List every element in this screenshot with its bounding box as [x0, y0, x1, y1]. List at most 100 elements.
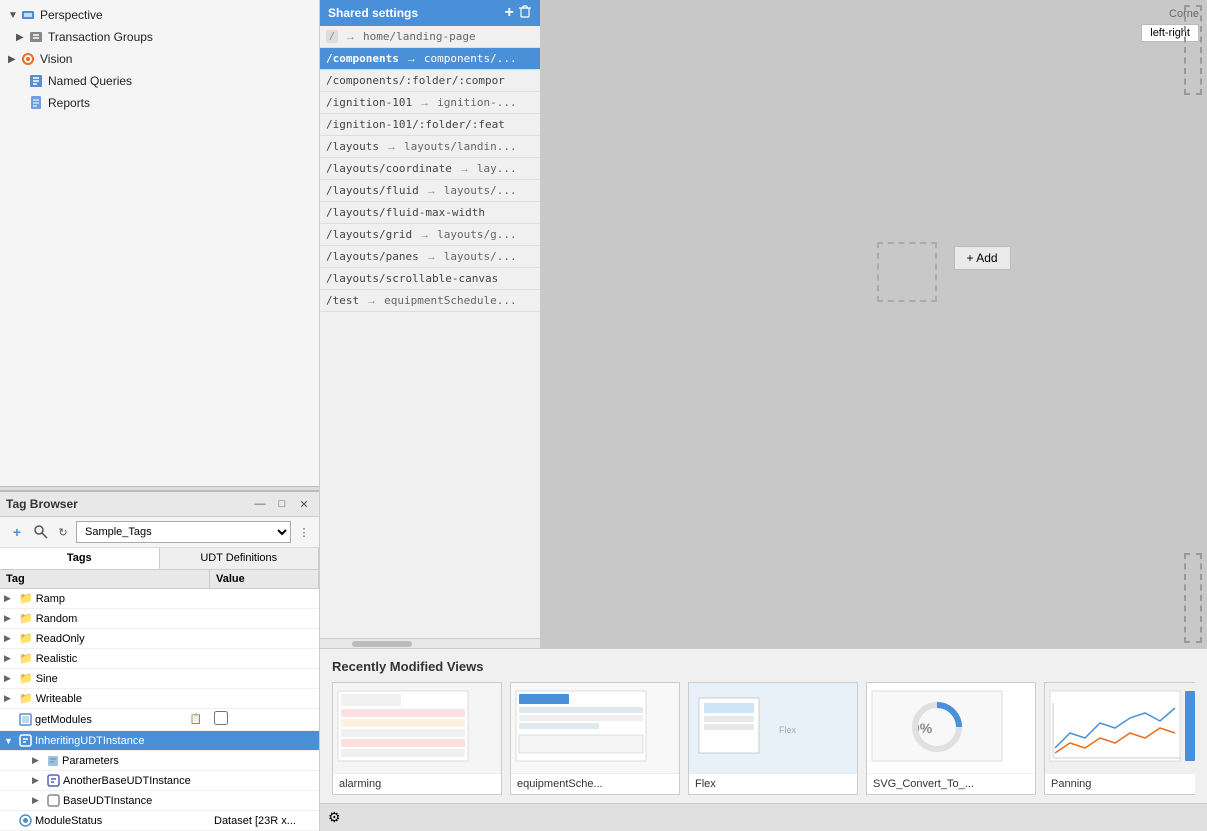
- sidebar-item-label-nq: Named Queries: [48, 74, 132, 88]
- tag-tab-tags[interactable]: Tags: [0, 548, 160, 569]
- view-thumb-flex: Flex: [689, 683, 857, 773]
- ss-target-layouts-grid: layouts/g...: [437, 228, 516, 241]
- shared-settings-title: Shared settings: [328, 6, 418, 20]
- left-panel: ▼ Perspective ▶ Transaction Groups: [0, 0, 320, 831]
- ss-arrow-layouts: →: [386, 141, 397, 153]
- ss-item-layouts-fluid[interactable]: /layouts/fluid → layouts/...: [320, 180, 540, 202]
- tag-browser-close-btn[interactable]: ✕: [295, 495, 313, 513]
- ss-scrollbar[interactable]: [320, 638, 540, 648]
- shared-settings-delete-btn[interactable]: [518, 4, 532, 22]
- tag-table: Tag Value ▶ 📁 Ramp: [0, 570, 319, 831]
- sine-expand[interactable]: ▶: [4, 673, 16, 684]
- ss-item-components-folder[interactable]: /components/:folder/:compor: [320, 70, 540, 92]
- search-icon: [34, 525, 48, 539]
- tag-row-readonly[interactable]: ▶ 📁 ReadOnly: [0, 629, 319, 649]
- svg-thumbnail: 0%: [867, 683, 1035, 773]
- another-base-icon: [47, 774, 60, 787]
- ss-item-components[interactable]: /components → components/...: [320, 48, 540, 70]
- tag-refresh-btn[interactable]: ↻: [54, 523, 72, 541]
- sidebar-item-named-queries[interactable]: Named Queries: [0, 70, 319, 92]
- ss-target-components: components/...: [424, 52, 517, 65]
- sidebar-item-vision[interactable]: ▶ Vision: [0, 48, 319, 70]
- realistic-label: Realistic: [36, 653, 78, 665]
- tg-icon: [28, 29, 44, 45]
- ss-item-root[interactable]: / → home/landing-page: [320, 26, 540, 48]
- ramp-expand[interactable]: ▶: [4, 593, 16, 604]
- inheriting-expand[interactable]: ▼: [4, 736, 16, 746]
- tag-row-inheriting-udt[interactable]: ▼ InheritingUDTInstance: [0, 731, 319, 751]
- base-udt-value: [210, 799, 319, 803]
- ss-path-layouts-fluid-max: /layouts/fluid-max-width: [326, 206, 485, 219]
- perspective-icon: [20, 7, 36, 23]
- getmodules-checkbox[interactable]: [214, 711, 228, 725]
- tag-row-module-status[interactable]: ▶ ModuleStatus Dataset [23R x...: [0, 811, 319, 831]
- ss-item-layouts-grid[interactable]: /layouts/grid → layouts/g...: [320, 224, 540, 246]
- writeable-expand[interactable]: ▶: [4, 693, 16, 704]
- ss-path-components: /components: [326, 52, 399, 65]
- tag-row-getmodules[interactable]: ▶ getModules 📋: [0, 709, 319, 731]
- view-card-panning[interactable]: Panning: [1044, 682, 1195, 795]
- tag-tab-udt[interactable]: UDT Definitions: [160, 548, 320, 569]
- tag-row-another-base[interactable]: ▶ AnotherBaseUDTInstance: [0, 771, 319, 791]
- shared-settings-list: / → home/landing-page /components → comp…: [320, 26, 540, 312]
- another-base-expand[interactable]: ▶: [32, 775, 44, 786]
- ss-slash-root: /: [326, 30, 338, 43]
- view-card-alarming[interactable]: alarming: [332, 682, 502, 795]
- canvas-add-btn[interactable]: + Add: [954, 246, 1011, 270]
- ramp-label: Ramp: [36, 593, 65, 605]
- tag-search-btn[interactable]: [32, 523, 50, 541]
- ss-item-ignition-101[interactable]: /ignition-101 → ignition-...: [320, 92, 540, 114]
- another-base-value: [210, 779, 319, 783]
- view-card-flex[interactable]: Flex Flex: [688, 682, 858, 795]
- tag-row-ramp[interactable]: ▶ 📁 Ramp: [0, 589, 319, 609]
- ss-path-test: /test: [326, 294, 359, 307]
- sidebar-item-perspective[interactable]: ▼ Perspective: [0, 4, 319, 26]
- ramp-value: [210, 597, 319, 601]
- ss-item-ignition-folder[interactable]: /ignition-101/:folder/:feat: [320, 114, 540, 136]
- sine-folder-icon: 📁: [19, 672, 33, 685]
- ss-path-layouts: /layouts: [326, 140, 379, 153]
- ss-item-layouts-fluid-max[interactable]: /layouts/fluid-max-width: [320, 202, 540, 224]
- tag-row-writeable[interactable]: ▶ 📁 Writeable: [0, 689, 319, 709]
- ss-arrow-root: →: [345, 31, 356, 43]
- ss-item-layouts[interactable]: /layouts → layouts/landin...: [320, 136, 540, 158]
- sidebar-item-reports[interactable]: Reports: [0, 92, 319, 114]
- parameters-expand[interactable]: ▶: [32, 755, 44, 766]
- tag-menu-btn[interactable]: ⋮: [295, 523, 313, 541]
- ss-arrow-components: →: [406, 53, 417, 65]
- tag-row-random[interactable]: ▶ 📁 Random: [0, 609, 319, 629]
- ss-item-layouts-scrollable[interactable]: /layouts/scrollable-canvas: [320, 268, 540, 290]
- ss-target-root: home/landing-page: [363, 30, 476, 43]
- base-udt-icon: [47, 794, 60, 807]
- view-card-svg-convert[interactable]: 0% SVG_Convert_To_...: [866, 682, 1036, 795]
- ss-item-layouts-panes[interactable]: /layouts/panes → layouts/...: [320, 246, 540, 268]
- shared-settings-add-btn[interactable]: +: [505, 4, 514, 22]
- svg-text:Flex: Flex: [779, 725, 797, 735]
- ss-target-test: equipmentSchedule...: [384, 294, 516, 307]
- sidebar-item-transaction-groups[interactable]: ▶ Transaction Groups: [0, 26, 319, 48]
- sidebar-item-label-reports: Reports: [48, 96, 90, 110]
- readonly-expand[interactable]: ▶: [4, 633, 16, 644]
- base-udt-expand[interactable]: ▶: [32, 795, 44, 806]
- ss-item-test[interactable]: /test → equipmentSchedule...: [320, 290, 540, 312]
- module-status-label: ModuleStatus: [35, 815, 102, 827]
- tag-browser-minimize-btn[interactable]: —: [251, 495, 269, 513]
- tag-row-parameters[interactable]: ▶ Parameters: [0, 751, 319, 771]
- tag-browser-maximize-btn[interactable]: □: [273, 495, 291, 513]
- ss-item-layouts-coordinate[interactable]: /layouts/coordinate → lay...: [320, 158, 540, 180]
- view-card-equipment[interactable]: equipmentSche...: [510, 682, 680, 795]
- ss-path-layouts-scrollable: /layouts/scrollable-canvas: [326, 272, 498, 285]
- tag-row-sine[interactable]: ▶ 📁 Sine: [0, 669, 319, 689]
- tag-provider-select[interactable]: Sample_Tags: [76, 521, 291, 543]
- shared-settings-header: Shared settings +: [320, 0, 540, 26]
- tag-row-realistic[interactable]: ▶ 📁 Realistic: [0, 649, 319, 669]
- realistic-expand[interactable]: ▶: [4, 653, 16, 664]
- tg-expand-icon: ▶: [16, 32, 28, 43]
- tag-row-base-udt[interactable]: ▶ BaseUDTInstance: [0, 791, 319, 811]
- tag-add-btn[interactable]: +: [6, 523, 28, 541]
- ss-target-layouts: layouts/landin...: [404, 140, 517, 153]
- gear-icon[interactable]: ⚙: [328, 809, 341, 826]
- tag-tabs: Tags UDT Definitions: [0, 548, 319, 570]
- canvas-area[interactable]: Corne left-right + Add: [540, 0, 1207, 648]
- random-expand[interactable]: ▶: [4, 613, 16, 624]
